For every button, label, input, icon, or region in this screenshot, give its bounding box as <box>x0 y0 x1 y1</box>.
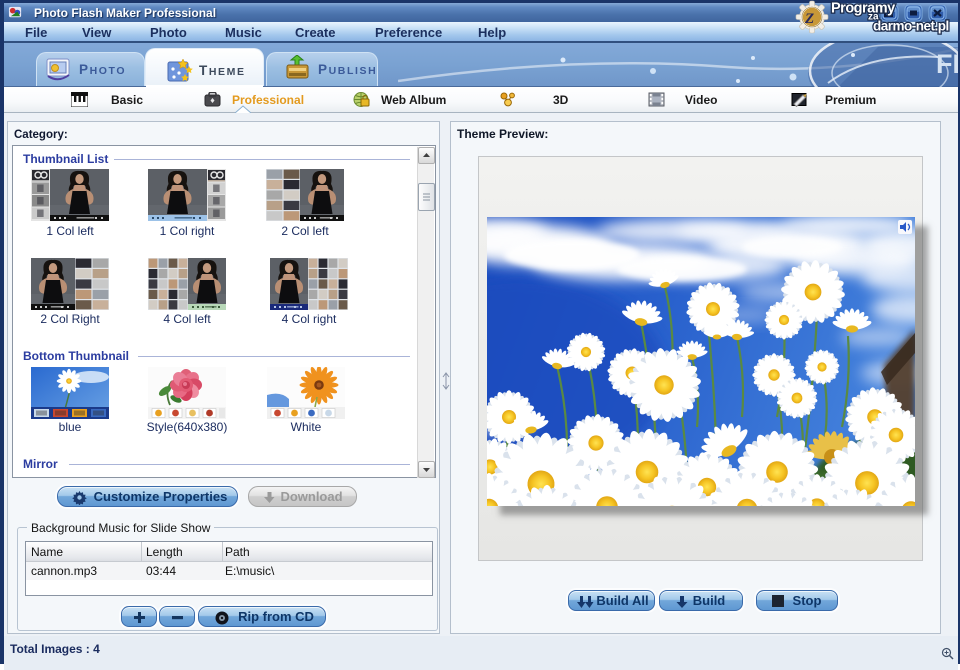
svg-text:FL: FL <box>936 49 958 79</box>
svg-text:Z: Z <box>804 11 814 27</box>
svg-text:Programy: Programy <box>831 1 895 17</box>
svg-text:darmo-net.pl: darmo-net.pl <box>873 19 949 34</box>
